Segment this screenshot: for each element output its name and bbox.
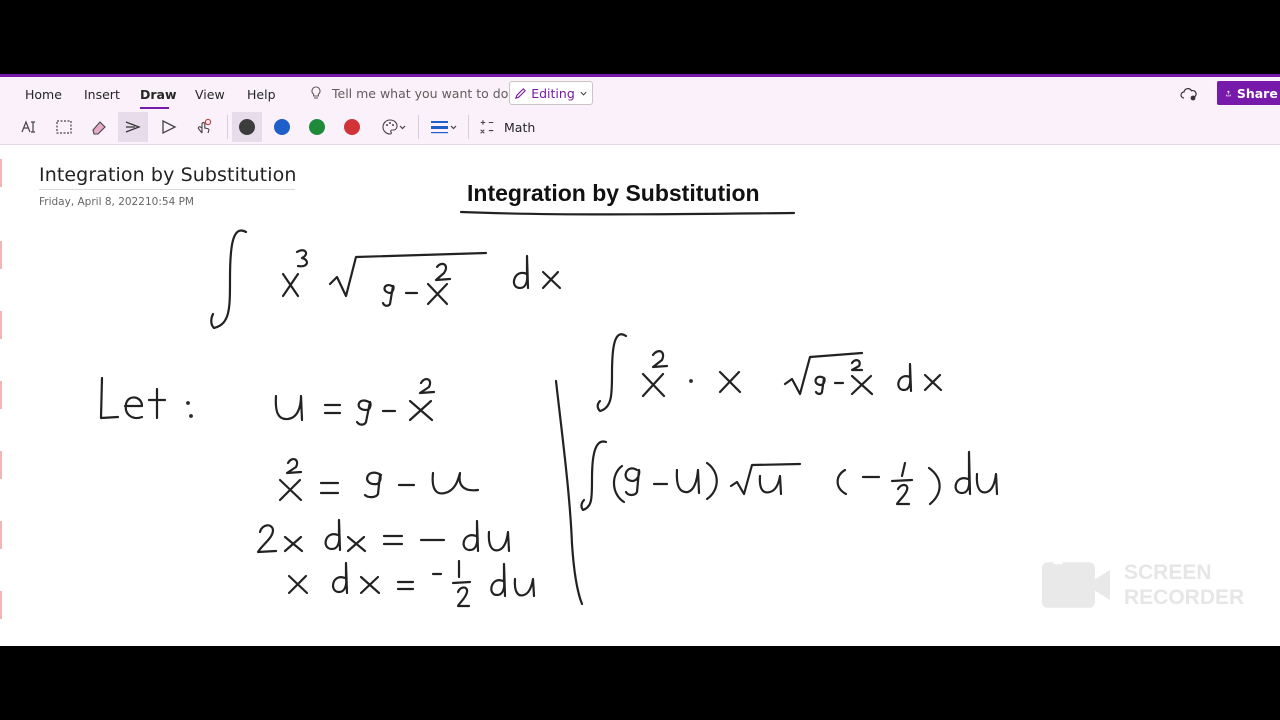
ink-equals	[319, 481, 340, 495]
ink-equals	[396, 580, 415, 591]
ink-x	[287, 574, 309, 595]
ink-fraction-bar	[890, 478, 914, 483]
ink-equals	[382, 534, 404, 546]
ink-x	[346, 535, 367, 553]
onenote-window: Home Insert Draw View Help Tell me what …	[0, 74, 1280, 646]
ink-x	[359, 575, 381, 595]
video-camera-icon	[1041, 560, 1111, 608]
ink-d	[512, 254, 530, 290]
ink-d	[954, 450, 972, 496]
ink-exponent-2	[651, 350, 669, 369]
ink-9	[355, 399, 372, 426]
ink-x	[278, 478, 303, 502]
ink-d	[462, 519, 480, 553]
ink-exponent-2	[285, 457, 303, 475]
ink-x	[541, 270, 562, 290]
ink-d	[490, 562, 507, 598]
ink-t	[147, 387, 167, 420]
ink-e	[123, 396, 144, 420]
ink-colon-dot	[186, 401, 190, 405]
ink-x	[923, 373, 943, 392]
ink-9	[624, 467, 641, 497]
ink-x	[850, 374, 874, 396]
ink-equals	[323, 403, 342, 415]
ink-multiply-dot	[689, 379, 693, 383]
ink-u	[274, 394, 304, 422]
ink-9	[363, 471, 383, 499]
ink-x	[281, 272, 300, 298]
ink-close-paren	[927, 466, 941, 506]
ink-x	[426, 282, 449, 306]
ink-2	[256, 524, 278, 554]
ink-x	[641, 372, 666, 398]
ink-u	[675, 468, 701, 495]
ink-sqrt	[729, 462, 802, 496]
ink-colon-dot	[189, 414, 193, 418]
ink-numerator-1	[900, 461, 907, 478]
ink-x	[718, 370, 742, 394]
ink-exponent-2	[850, 359, 864, 372]
ink-x	[283, 535, 304, 553]
ink-d	[324, 518, 342, 552]
ink-d	[331, 561, 349, 595]
ink-u	[758, 474, 783, 496]
ink-fraction-bar	[451, 580, 472, 585]
ink-denominator-2	[456, 586, 471, 608]
ink-d	[897, 362, 913, 393]
ink-u	[975, 472, 999, 496]
watermark-line-2: RECORDER	[1124, 586, 1245, 609]
ink-heading-underline	[459, 210, 796, 216]
ink-denominator-2	[895, 483, 911, 506]
ink-open-paren	[612, 464, 626, 504]
ink-open-paren	[836, 468, 848, 496]
ink-close-paren	[705, 461, 718, 501]
ink-exponent-2	[418, 377, 436, 395]
ink-u	[487, 530, 511, 553]
ink-integral-sign	[210, 229, 248, 330]
screen-recorder-watermark: SCREEN RECORDER	[1040, 558, 1244, 612]
ink-L	[99, 376, 120, 420]
ink-separator-line	[554, 379, 584, 606]
ink-x	[408, 399, 434, 422]
ink-integral-sign	[596, 333, 628, 413]
ink-exponent-3	[295, 249, 308, 268]
ink-integral-sign	[580, 440, 608, 512]
ink-9	[814, 375, 826, 395]
ink-u	[431, 471, 480, 495]
watermark-line-1: SCREEN	[1124, 561, 1212, 584]
ink-exponent-2	[434, 262, 452, 282]
ink-u	[513, 577, 536, 598]
ink-sqrt	[328, 251, 488, 298]
ink-9	[381, 284, 395, 307]
